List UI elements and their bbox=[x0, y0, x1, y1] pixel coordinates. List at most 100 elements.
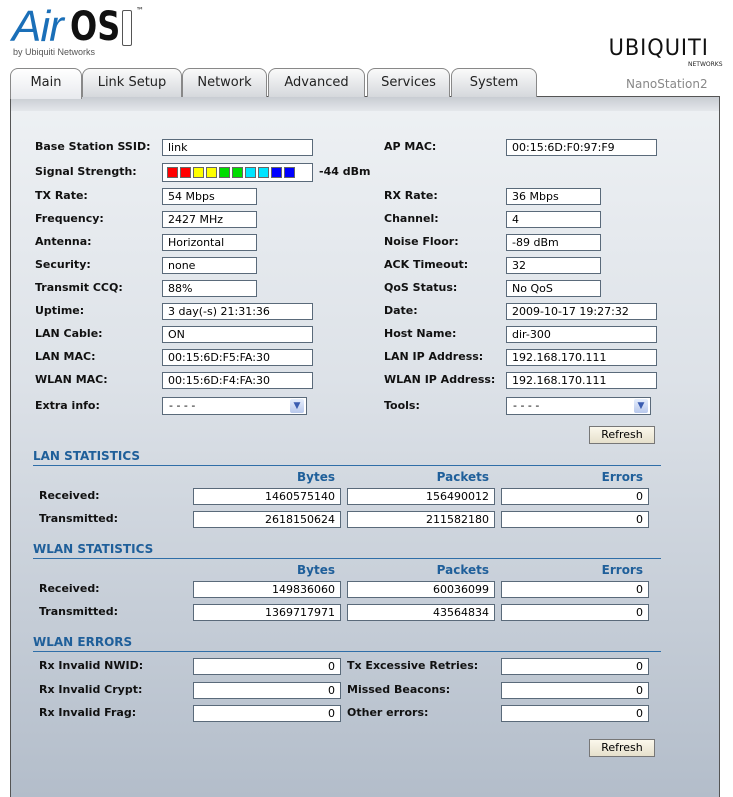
lan-cable-field: ON bbox=[162, 326, 313, 343]
signal-bar bbox=[219, 167, 230, 178]
ubiquiti-logo-sub: NETWORKS bbox=[688, 61, 723, 68]
wlan_stats-col-errors: Errors bbox=[601, 563, 643, 577]
wlan_stats-cell: 0 bbox=[501, 581, 649, 598]
signal-bar bbox=[180, 167, 191, 178]
host-name-label: Host Name: bbox=[384, 327, 457, 340]
lan-cable-label: LAN Cable: bbox=[35, 327, 103, 340]
lan_stats-cell: 211582180 bbox=[347, 511, 495, 528]
device-icon bbox=[122, 10, 132, 46]
uptime-label: Uptime: bbox=[35, 304, 85, 317]
chevron-down-icon[interactable]: ▼ bbox=[634, 399, 648, 413]
tools-label: Tools: bbox=[384, 399, 420, 412]
transmit-ccq-field: 88% bbox=[162, 280, 257, 297]
ap-mac-label: AP MAC: bbox=[384, 140, 437, 153]
chevron-down-icon[interactable]: ▼ bbox=[290, 399, 304, 413]
lan_stats-cell: 156490012 bbox=[347, 488, 495, 505]
wlan-error-label: Other errors: bbox=[347, 706, 429, 719]
lan_stats-col-packets: Packets bbox=[436, 470, 489, 484]
wlan_stats-cell: 1369717971 bbox=[193, 604, 341, 621]
frequency-field: 2427 MHz bbox=[162, 211, 257, 228]
signal-bar bbox=[232, 167, 243, 178]
wlan-mac-label: WLAN MAC: bbox=[35, 373, 108, 386]
ack-timeout-field: 32 bbox=[506, 257, 601, 274]
signal-bar bbox=[206, 167, 217, 178]
lan_stats-title: LAN STATISTICS bbox=[33, 449, 141, 463]
tab-link-setup[interactable]: Link Setup bbox=[82, 68, 182, 97]
device-model: NanoStation2 bbox=[626, 77, 708, 91]
uptime-field: 3 day(-s) 21:31:36 bbox=[162, 303, 313, 320]
base-station-ssid-field: link bbox=[162, 139, 313, 156]
ubiquiti-logo: UBIQUITI bbox=[608, 36, 709, 61]
lan_stats-cell: 2618150624 bbox=[193, 511, 341, 528]
wlan-error-field: 0 bbox=[501, 705, 649, 722]
signal-bar bbox=[193, 167, 204, 178]
wlan-error-label: Rx Invalid Crypt: bbox=[39, 682, 143, 696]
lan-mac-label: LAN MAC: bbox=[35, 350, 96, 363]
wlan-error-field: 0 bbox=[501, 681, 649, 699]
refresh-button[interactable]: Refresh bbox=[589, 426, 655, 444]
wlan-error-field: 0 bbox=[193, 658, 341, 675]
wlan_stats-col-bytes: Bytes bbox=[297, 563, 335, 577]
wlan-mac-field: 00:15:6D:F4:FA:30 bbox=[162, 372, 313, 389]
wlan_stats-cell: 43564834 bbox=[347, 604, 495, 621]
tab-network[interactable]: Network bbox=[182, 68, 267, 97]
ap-mac-field: 00:15:6D:F0:97:F9 bbox=[506, 139, 657, 156]
channel-field: 4 bbox=[506, 211, 601, 228]
lan-mac-field: 00:15:6D:F5:FA:30 bbox=[162, 349, 313, 366]
rx-rate-label: RX Rate: bbox=[384, 189, 438, 202]
transmit-ccq-label: Transmit CCQ: bbox=[35, 281, 123, 294]
lan_stats-row-label: Received: bbox=[39, 489, 100, 502]
security-field: none bbox=[162, 257, 257, 274]
signal-strength-label: Signal Strength: bbox=[35, 165, 137, 178]
date-field: 2009-10-17 19:27:32 bbox=[506, 303, 657, 320]
wlan_stats-cell: 0 bbox=[501, 604, 649, 621]
tab-system[interactable]: System bbox=[451, 68, 537, 97]
lan-ip-address-label: LAN IP Address: bbox=[384, 350, 484, 363]
wlan-error-field: 0 bbox=[193, 681, 341, 699]
wlan-error-label: Rx Invalid Frag: bbox=[39, 706, 137, 719]
tools-select[interactable]: - - - - ▼ bbox=[506, 397, 651, 415]
wlan-ip-address-field: 192.168.170.111 bbox=[506, 372, 657, 389]
tab-main[interactable]: Main bbox=[10, 68, 82, 99]
rx-rate-field: 36 Mbps bbox=[506, 188, 601, 205]
signal-strength-meter bbox=[162, 163, 313, 182]
channel-label: Channel: bbox=[384, 212, 439, 225]
extra-info-label: Extra info: bbox=[35, 399, 100, 412]
base-station-ssid-label: Base Station SSID: bbox=[35, 140, 151, 153]
signal-bar bbox=[284, 167, 295, 178]
lan_stats-cell: 0 bbox=[501, 511, 649, 528]
wlan-error-field: 0 bbox=[193, 705, 341, 722]
signal-bar bbox=[258, 167, 269, 178]
wlan_stats-divider bbox=[33, 558, 661, 559]
refresh-button-bottom[interactable]: Refresh bbox=[589, 739, 655, 757]
lan_stats-divider bbox=[33, 465, 661, 466]
signal-bar bbox=[245, 167, 256, 178]
lan_stats-cell: 0 bbox=[501, 488, 649, 505]
tab-advanced[interactable]: Advanced bbox=[268, 68, 365, 97]
security-label: Security: bbox=[35, 258, 91, 271]
wlan-errors-title: WLAN ERRORS bbox=[33, 635, 133, 649]
wlan-error-label: Missed Beacons: bbox=[347, 682, 451, 696]
extra-info-select[interactable]: - - - - ▼ bbox=[162, 397, 307, 415]
wlan_stats-title: WLAN STATISTICS bbox=[33, 542, 154, 556]
wlan-error-label: Tx Excessive Retries: bbox=[347, 659, 479, 672]
signal-strength-value: -44 dBm bbox=[319, 165, 371, 178]
tab-services[interactable]: Services bbox=[367, 68, 450, 97]
panel-top-band bbox=[11, 97, 719, 111]
wlan-error-label: Rx Invalid NWID: bbox=[39, 659, 144, 672]
ack-timeout-label: ACK Timeout: bbox=[384, 258, 469, 271]
wlan_stats-row-label: Received: bbox=[39, 582, 100, 595]
noise-floor-field: -89 dBm bbox=[506, 234, 601, 251]
wlan-errors-divider bbox=[33, 651, 661, 652]
trademark: ™ bbox=[136, 6, 144, 15]
tx-rate-label: TX Rate: bbox=[35, 189, 88, 202]
wlan_stats-cell: 60036099 bbox=[347, 581, 495, 598]
tools-value: - - - - bbox=[513, 399, 540, 412]
extra-info-value: - - - - bbox=[169, 399, 196, 412]
wlan_stats-col-packets: Packets bbox=[436, 563, 489, 577]
logo-byline: by Ubiquiti Networks bbox=[13, 47, 96, 57]
lan_stats-row-label: Transmitted: bbox=[39, 512, 119, 525]
antenna-field: Horizontal bbox=[162, 234, 257, 251]
host-name-field: dir-300 bbox=[506, 326, 657, 343]
wlan-ip-address-label: WLAN IP Address: bbox=[384, 373, 496, 386]
